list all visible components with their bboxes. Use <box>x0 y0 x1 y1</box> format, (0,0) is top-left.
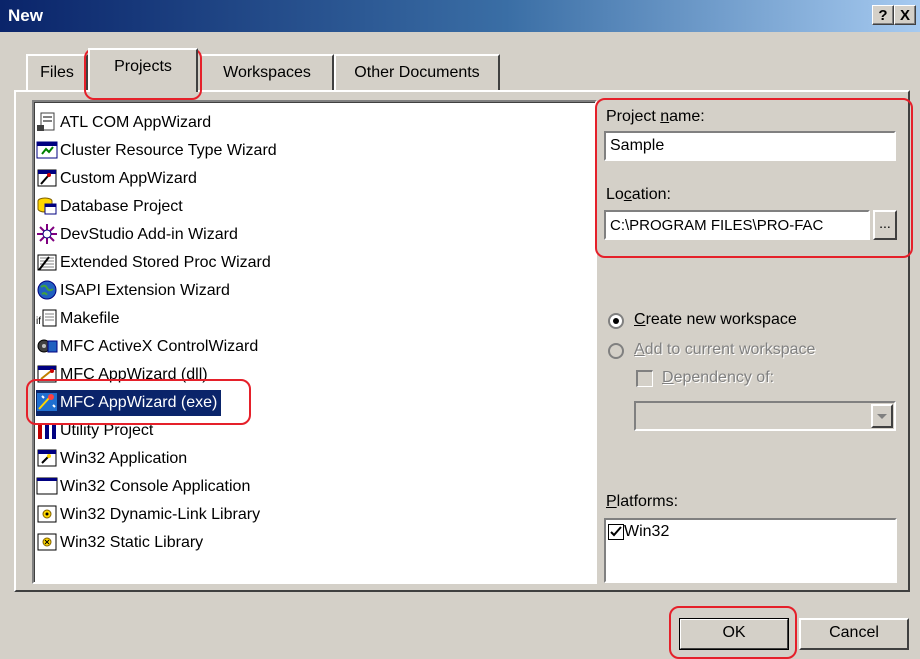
dependency-label[interactable]: Dependency of: <box>662 369 774 387</box>
platform-item-win32[interactable]: Win32 <box>608 523 669 541</box>
addin-wizard-icon <box>37 224 57 244</box>
create-workspace-radio[interactable] <box>608 313 624 329</box>
globe-icon <box>37 280 57 300</box>
svg-text:if: if <box>36 316 41 327</box>
list-item-win32-application[interactable]: Win32 Application <box>36 446 187 472</box>
add-workspace-radio[interactable] <box>608 343 624 359</box>
atl-com-icon <box>37 112 55 131</box>
new-dialog: New ? X Files Projects Workspaces Other … <box>0 0 920 659</box>
list-item-makefile[interactable]: if Makefile <box>36 306 120 332</box>
platforms-label: Platforms: <box>606 493 679 510</box>
title-bar[interactable]: New ? X <box>0 0 920 32</box>
chevron-down-icon[interactable] <box>871 404 893 428</box>
tab-projects[interactable]: Projects <box>88 48 198 92</box>
list-item-custom-appwizard[interactable]: Custom AppWizard <box>36 166 197 192</box>
list-item-utility-project[interactable]: Utility Project <box>36 418 153 444</box>
mfc-exe-icon <box>37 393 57 411</box>
tab-other-documents[interactable]: Other Documents <box>334 54 500 90</box>
project-type-list[interactable]: ATL COM AppWizard Cluster Resource Type … <box>32 100 597 584</box>
list-item-database-project[interactable]: Database Project <box>36 194 183 220</box>
dependency-checkbox[interactable] <box>636 370 653 387</box>
checkbox-checked-icon[interactable] <box>608 524 624 540</box>
help-button[interactable]: ? <box>872 5 894 25</box>
cancel-button[interactable]: Cancel <box>799 618 909 650</box>
project-name-label: Project name: <box>606 108 705 125</box>
list-item-mfc-appwizard-exe[interactable]: MFC AppWizard (exe) <box>36 390 222 416</box>
makefile-icon: if <box>36 309 57 327</box>
tab-files[interactable]: Files <box>26 54 88 90</box>
add-workspace-label[interactable]: Add to current workspace <box>634 341 815 359</box>
custom-appwizard-icon <box>37 169 57 187</box>
list-item-win32-static-library[interactable]: Win32 Static Library <box>36 530 203 556</box>
dialog-title: New <box>8 6 43 25</box>
activex-icon <box>37 339 58 353</box>
list-item-cluster-resource-type-wizard[interactable]: Cluster Resource Type Wizard <box>36 138 277 164</box>
database-icon <box>37 197 57 215</box>
project-name-input[interactable] <box>604 131 896 161</box>
list-item-win32-dynamic-link-library[interactable]: Win32 Dynamic-Link Library <box>36 502 260 528</box>
list-item-atl-com-appwizard[interactable]: ATL COM AppWizard <box>36 110 211 136</box>
list-item-mfc-activex-controlwizard[interactable]: MFC ActiveX ControlWizard <box>36 334 258 360</box>
utility-icon <box>38 423 56 439</box>
win32-app-icon <box>37 449 57 467</box>
location-input[interactable] <box>604 210 870 240</box>
list-item-win32-console-application[interactable]: Win32 Console Application <box>36 474 250 500</box>
tab-workspaces[interactable]: Workspaces <box>200 54 334 90</box>
list-item-extended-stored-proc-wizard[interactable]: Extended Stored Proc Wizard <box>36 250 271 276</box>
close-button[interactable]: X <box>894 5 916 25</box>
list-item-devstudio-addin-wizard[interactable]: DevStudio Add-in Wizard <box>36 222 238 248</box>
dll-icon <box>37 505 57 523</box>
browse-button[interactable]: ... <box>873 210 897 240</box>
cluster-wizard-icon <box>36 141 58 159</box>
mfc-dll-icon <box>37 365 57 383</box>
platforms-list[interactable]: Win32 <box>604 518 897 583</box>
ok-button[interactable]: OK <box>679 618 789 650</box>
list-item-mfc-appwizard-dll[interactable]: MFC AppWizard (dll) <box>36 362 208 388</box>
create-workspace-label[interactable]: Create new workspace <box>634 311 797 329</box>
console-icon <box>36 477 58 495</box>
list-item-isapi-extension-wizard[interactable]: ISAPI Extension Wizard <box>36 278 230 304</box>
static-lib-icon <box>37 533 57 551</box>
dependency-select[interactable] <box>634 401 896 431</box>
location-label: Location: <box>606 186 671 203</box>
stored-proc-icon <box>37 254 57 271</box>
